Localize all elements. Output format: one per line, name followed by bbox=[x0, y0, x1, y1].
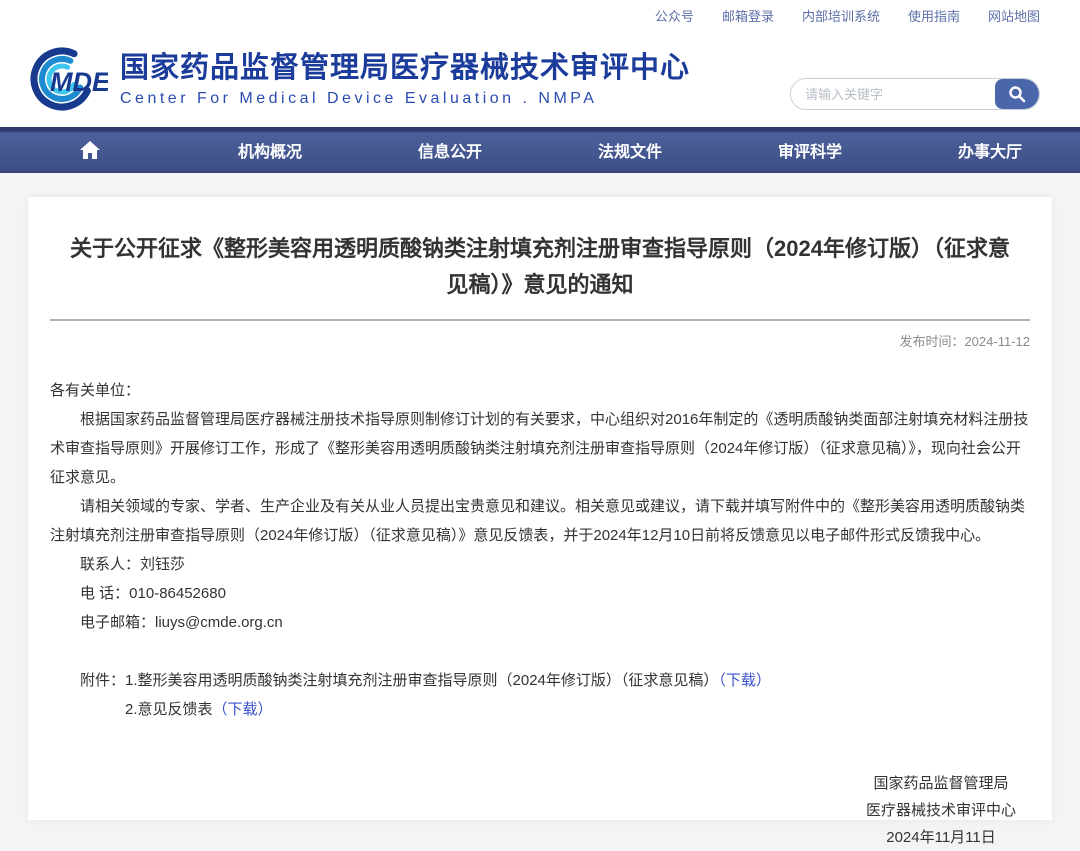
article-title: 关于公开征求《整形美容用透明质酸钠类注射填充剂注册审查指导原则（2024年修订版… bbox=[70, 231, 1011, 303]
nav-item-overview[interactable]: 机构概况 bbox=[180, 127, 360, 173]
search-icon bbox=[1008, 85, 1026, 103]
home-icon bbox=[79, 140, 101, 160]
attachment-item: 2.意见反馈表（下载） bbox=[125, 695, 1030, 724]
search-input[interactable] bbox=[791, 79, 995, 109]
topbar-link-wechat[interactable]: 公众号 bbox=[655, 6, 694, 25]
nav-item-services[interactable]: 办事大厅 bbox=[900, 127, 1080, 173]
svg-text:MDE: MDE bbox=[50, 67, 108, 97]
topbar-link-guide[interactable]: 使用指南 bbox=[908, 6, 960, 25]
topbar-link-sitemap[interactable]: 网站地图 bbox=[988, 6, 1040, 25]
attachments: 附件：1.整形美容用透明质酸钠类注射填充剂注册审查指导原则（2024年修订版）（… bbox=[50, 666, 1030, 724]
paragraph: 请相关领域的专家、学者、生产企业及有关从业人员提出宝贵意见和建议。相关意见或建议… bbox=[50, 492, 1030, 550]
signature-block: 国家药品监督管理局 医疗器械技术审评中心 2024年11月11日 bbox=[866, 770, 1016, 851]
title-divider bbox=[50, 319, 1030, 321]
topbar-link-training[interactable]: 内部培训系统 bbox=[802, 6, 880, 25]
attachment-text: 1.整形美容用透明质酸钠类注射填充剂注册审查指导原则（2024年修订版）（征求意… bbox=[125, 672, 718, 689]
brand-title-en: Center For Medical Device Evaluation . N… bbox=[120, 90, 690, 108]
publish-date: 发布时间：2024-11-12 bbox=[50, 331, 1030, 350]
site-logo: MDE 国家药品监督管理局医疗器械技术审评中心 Center For Medic… bbox=[30, 43, 690, 115]
brand-title-cn: 国家药品监督管理局医疗器械技术审评中心 bbox=[120, 50, 690, 86]
signature-org-1: 国家药品监督管理局 bbox=[866, 770, 1016, 797]
salutation: 各有关单位： bbox=[50, 376, 1030, 405]
attachments-label: 附件： bbox=[80, 672, 125, 689]
article-body: 各有关单位： 根据国家药品监督管理局医疗器械注册技术指导原则制修订计划的有关要求… bbox=[50, 376, 1030, 724]
nav-item-science[interactable]: 审评科学 bbox=[720, 127, 900, 173]
cmde-logo-icon: MDE bbox=[30, 43, 108, 115]
nav-item-home[interactable] bbox=[0, 127, 180, 173]
search-box bbox=[790, 78, 1040, 110]
search-button[interactable] bbox=[995, 79, 1039, 109]
signature-date: 2024年11月11日 bbox=[866, 824, 1016, 851]
contact-person: 联系人：刘钰莎 bbox=[50, 550, 1030, 579]
topbar: 公众号 邮箱登录 内部培训系统 使用指南 网站地图 bbox=[0, 0, 1080, 30]
main-nav: 机构概况 信息公开 法规文件 审评科学 办事大厅 bbox=[0, 127, 1080, 173]
site-header: MDE 国家药品监督管理局医疗器械技术审评中心 Center For Medic… bbox=[0, 30, 1080, 127]
attachment-item: 附件：1.整形美容用透明质酸钠类注射填充剂注册审查指导原则（2024年修订版）（… bbox=[50, 666, 1030, 695]
brand-titles: 国家药品监督管理局医疗器械技术审评中心 Center For Medical D… bbox=[120, 50, 690, 108]
article-panel: 关于公开征求《整形美容用透明质酸钠类注射填充剂注册审查指导原则（2024年修订版… bbox=[28, 197, 1052, 820]
nav-item-info[interactable]: 信息公开 bbox=[360, 127, 540, 173]
download-link-1[interactable]: （下载） bbox=[718, 672, 771, 689]
paragraph: 根据国家药品监督管理局医疗器械注册技术指导原则制修订计划的有关要求，中心组织对2… bbox=[50, 405, 1030, 492]
contact-phone: 电 话：010-86452680 bbox=[50, 579, 1030, 608]
nav-item-laws[interactable]: 法规文件 bbox=[540, 127, 720, 173]
contact-email: 电子邮箱：liuys@cmde.org.cn bbox=[50, 608, 1030, 637]
topbar-link-mail[interactable]: 邮箱登录 bbox=[722, 6, 774, 25]
download-link-2[interactable]: （下载） bbox=[213, 701, 273, 718]
attachment-text: 2.意见反馈表 bbox=[125, 701, 213, 718]
